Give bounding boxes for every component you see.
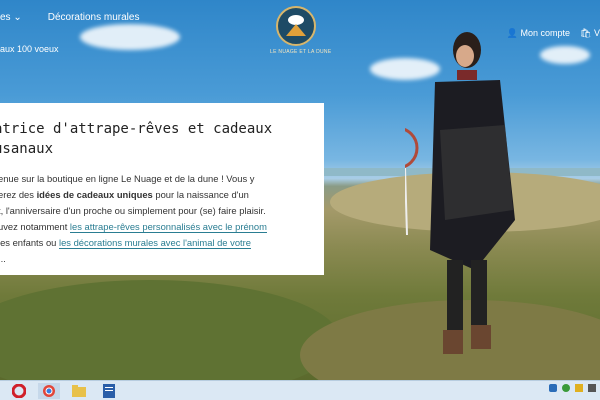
- nav-item-decorations[interactable]: Décorations murales: [48, 12, 140, 23]
- bag-icon: 🛍: [580, 28, 592, 38]
- page-title: atrice d'attrape-rêves et cadeaux usanau…: [0, 121, 273, 157]
- tray-arrow-icon[interactable]: [549, 384, 557, 392]
- chrome-icon[interactable]: [38, 382, 60, 399]
- cloud: [540, 46, 590, 64]
- chevron-down-icon: ⌄: [13, 12, 22, 23]
- cloud-mountain-icon: [276, 6, 316, 46]
- taskbar: [0, 380, 600, 400]
- woman-with-dreamcatcher: [405, 32, 515, 354]
- user-icon: 👤: [506, 28, 518, 38]
- nav-item-categories[interactable]: es ⌄: [0, 12, 22, 23]
- nav-item-100-voeux[interactable]: aux 100 voeux: [0, 44, 59, 54]
- opera-icon[interactable]: [8, 383, 30, 399]
- intro-card: atrice d'attrape-rêves et cadeaux usanau…: [0, 103, 324, 275]
- cloud: [80, 24, 180, 50]
- logo-text: LE NUAGE ET LA DUNE: [270, 49, 332, 55]
- folder-icon[interactable]: [68, 383, 90, 399]
- intro-text: enue sur la boutique en ligne Le Nuage e…: [0, 173, 267, 264]
- account-link[interactable]: 👤 Mon compte: [507, 28, 570, 39]
- tray-flag-icon[interactable]: [588, 384, 596, 392]
- grass: [0, 280, 340, 380]
- document-icon[interactable]: [98, 383, 120, 399]
- tray-volume-icon[interactable]: [575, 384, 583, 392]
- link-wall-decorations[interactable]: les décorations murales avec l'animal de…: [58, 237, 251, 249]
- system-tray: [549, 384, 596, 392]
- account-nav: 👤 Mon compte 🛍 V: [507, 28, 600, 39]
- main-nav: es ⌄ Décorations murales: [0, 12, 139, 23]
- cart-link[interactable]: 🛍 V: [580, 28, 600, 39]
- site-logo[interactable]: LE NUAGE ET LA DUNE: [270, 6, 332, 64]
- tray-network-icon[interactable]: [562, 384, 570, 392]
- link-dreamcatchers[interactable]: les attrape-rêves personnalisés avec le …: [69, 221, 267, 233]
